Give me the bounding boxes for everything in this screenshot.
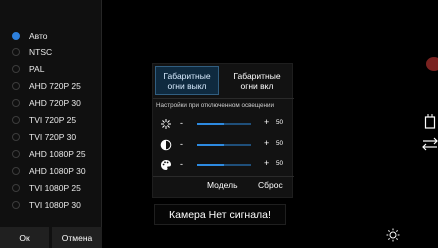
- format-option-label: TVI 1080P 25: [29, 182, 81, 193]
- radio-button[interactable]: [12, 65, 20, 74]
- radio-button[interactable]: [12, 149, 20, 158]
- format-option-label: TVI 1080P 30: [29, 199, 81, 210]
- brightness-decrease-button[interactable]: -: [180, 118, 183, 128]
- brightness-slider[interactable]: [197, 123, 251, 125]
- radio-button[interactable]: [12, 82, 20, 91]
- radio-button[interactable]: [12, 31, 20, 40]
- swap-arrows-icon[interactable]: [422, 137, 438, 151]
- format-option-label: AHD 1080P 25: [29, 148, 86, 159]
- format-option[interactable]: PAL: [12, 61, 102, 78]
- contrast-icon: [160, 139, 172, 151]
- color-decrease-button[interactable]: -: [180, 159, 183, 169]
- format-option-label: AHD 720P 30: [29, 98, 81, 109]
- format-option[interactable]: AHD 1080P 30: [12, 162, 102, 179]
- color-slider-row: - + 50: [153, 158, 294, 173]
- format-option[interactable]: Авто: [12, 27, 102, 44]
- ok-button[interactable]: Ок: [0, 227, 49, 248]
- color-slider[interactable]: [197, 164, 251, 166]
- format-option-label: TVI 720P 25: [29, 115, 77, 125]
- format-option-label: TVI 720P 30: [29, 131, 77, 142]
- record-indicator[interactable]: [426, 57, 438, 71]
- sun-icon[interactable]: [386, 228, 400, 242]
- contrast-slider[interactable]: [197, 144, 251, 146]
- brightness-value: 50: [276, 119, 284, 126]
- format-option[interactable]: AHD 720P 30: [12, 95, 102, 112]
- radio-button[interactable]: [12, 99, 20, 108]
- palette-icon: [161, 160, 171, 170]
- radio-button[interactable]: [12, 200, 20, 209]
- brightness-increase-button[interactable]: +: [264, 117, 269, 127]
- contrast-value: 50: [276, 140, 284, 147]
- format-option-label: Авто: [29, 30, 48, 41]
- cancel-button[interactable]: Отмена: [52, 227, 102, 248]
- format-option-label: NTSC: [29, 47, 53, 58]
- format-option-label: PAL: [29, 64, 45, 75]
- model-button[interactable]: Модель: [207, 180, 238, 190]
- format-option[interactable]: TVI 1080P 25: [12, 179, 102, 196]
- format-option[interactable]: AHD 720P 25: [12, 78, 102, 95]
- contrast-decrease-button[interactable]: -: [180, 139, 183, 149]
- lights-off-mode-button[interactable]: Габаритные огни выкл: [155, 66, 219, 95]
- radio-button[interactable]: [12, 116, 20, 124]
- radio-button[interactable]: [12, 48, 20, 57]
- camera-status: Камера Нет сигнала!: [154, 204, 286, 225]
- color-value: 50: [276, 160, 284, 167]
- contrast-increase-button[interactable]: +: [264, 138, 269, 148]
- format-menu: Авто NTSC PAL AHD 720P 25 AHD 720P 30 TVI 720…: [0, 0, 102, 248]
- format-option-label: AHD 1080P 30: [29, 165, 86, 176]
- format-option[interactable]: TVI 720P 25: [12, 112, 102, 129]
- divider: [153, 176, 294, 177]
- settings-caption: Настройки при отключенном освещении: [156, 102, 275, 109]
- format-option[interactable]: AHD 1080P 25: [12, 145, 102, 162]
- reset-button[interactable]: Сброс: [258, 180, 283, 190]
- contrast-slider-row: - + 50: [153, 138, 294, 153]
- radio-button[interactable]: [12, 132, 20, 141]
- light-settings-panel: Габаритные огни выкл Габаритные огни вкл…: [152, 63, 294, 198]
- format-option-label: AHD 720P 25: [29, 81, 81, 92]
- color-increase-button[interactable]: +: [264, 158, 269, 168]
- format-option[interactable]: TVI 720P 30: [12, 128, 102, 145]
- divider: [153, 98, 294, 99]
- format-option[interactable]: TVI 1080P 30: [12, 196, 102, 213]
- format-option[interactable]: NTSC: [12, 44, 102, 61]
- radio-button[interactable]: [12, 183, 20, 192]
- brightness-slider-row: - + 50: [153, 117, 294, 132]
- cup-icon[interactable]: [424, 113, 436, 129]
- radio-button[interactable]: [12, 166, 20, 175]
- brightness-icon: [161, 119, 171, 129]
- lights-on-mode-button[interactable]: Габаритные огни вкл: [225, 66, 289, 95]
